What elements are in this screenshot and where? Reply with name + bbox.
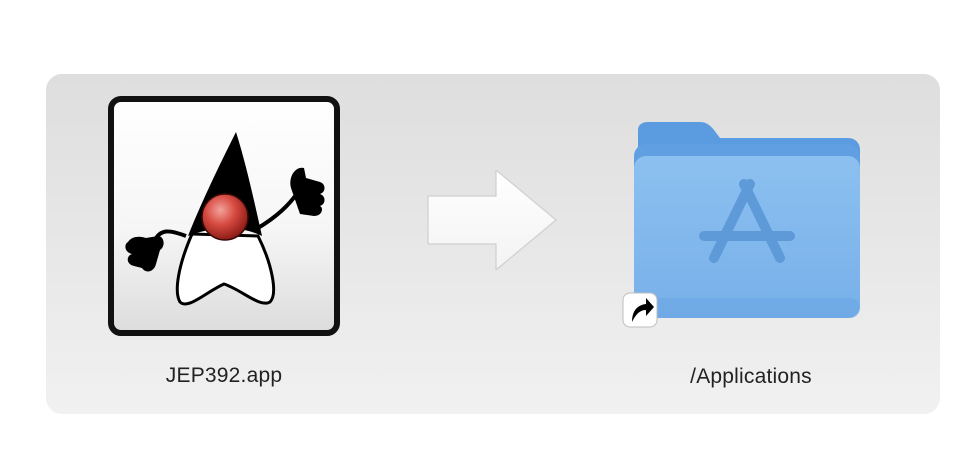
dmg-installer-window: JEP392.app /Applications bbox=[46, 74, 940, 414]
app-bundle-label: JEP392.app bbox=[165, 364, 283, 387]
applications-folder-icon[interactable] bbox=[628, 122, 864, 322]
right-arrow-icon bbox=[427, 170, 557, 270]
applications-folder-label: /Applications bbox=[690, 365, 812, 388]
alias-arrow-icon bbox=[622, 292, 658, 328]
java-duke-icon[interactable] bbox=[108, 96, 340, 336]
applications-folder-item[interactable]: /Applications bbox=[606, 110, 896, 400]
app-bundle-item[interactable]: JEP392.app bbox=[106, 94, 346, 394]
